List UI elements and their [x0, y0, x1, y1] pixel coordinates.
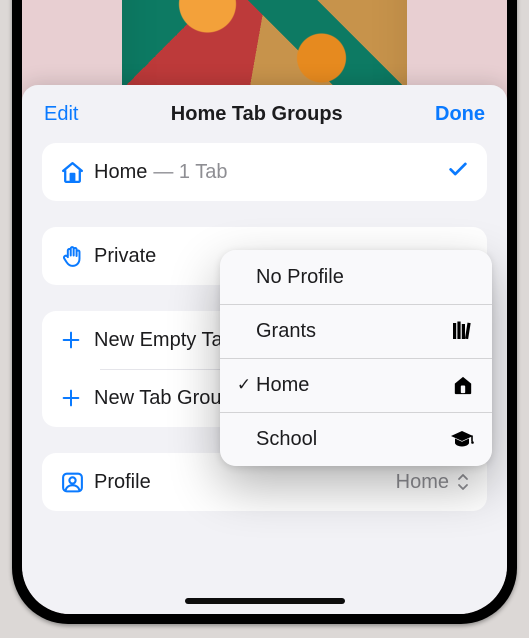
- menu-item-school[interactable]: School: [220, 412, 492, 466]
- checkmark-icon: [447, 158, 469, 186]
- plus-icon: [60, 329, 94, 351]
- profile-value: Home: [396, 471, 449, 494]
- graduation-cap-icon: [450, 430, 474, 448]
- house-icon: [60, 160, 94, 185]
- plus-icon: [60, 387, 94, 409]
- tab-group-subtitle: — 1 Tab: [153, 161, 227, 184]
- menu-item-label: Grants: [256, 320, 450, 343]
- tab-group-home[interactable]: Home — 1 Tab: [42, 143, 487, 201]
- group-card-home: Home — 1 Tab: [42, 143, 487, 201]
- profile-label: Profile: [94, 471, 151, 494]
- house-icon: [450, 375, 474, 395]
- menu-item-no-profile[interactable]: No Profile: [220, 250, 492, 304]
- tab-group-label: Home: [94, 161, 147, 184]
- hand-icon: [60, 244, 94, 269]
- menu-item-label: Home: [256, 374, 450, 397]
- menu-item-label: School: [256, 428, 450, 451]
- menu-item-grants[interactable]: Grants: [220, 304, 492, 358]
- chevron-up-down-icon: [457, 473, 469, 491]
- tab-group-label: Private: [94, 245, 156, 268]
- menu-item-label: No Profile: [256, 266, 450, 289]
- books-icon: [450, 321, 474, 341]
- sheet-title: Home Tab Groups: [171, 103, 343, 126]
- checkmark-icon: ✓: [232, 375, 256, 395]
- menu-item-home[interactable]: ✓ Home: [220, 358, 492, 412]
- edit-button[interactable]: Edit: [44, 103, 78, 126]
- home-indicator[interactable]: [185, 598, 345, 604]
- done-button[interactable]: Done: [435, 103, 485, 126]
- profile-popover: No Profile Grants ✓ Home: [220, 250, 492, 466]
- profile-icon: [60, 470, 94, 495]
- sheet-header: Edit Home Tab Groups Done: [22, 85, 507, 143]
